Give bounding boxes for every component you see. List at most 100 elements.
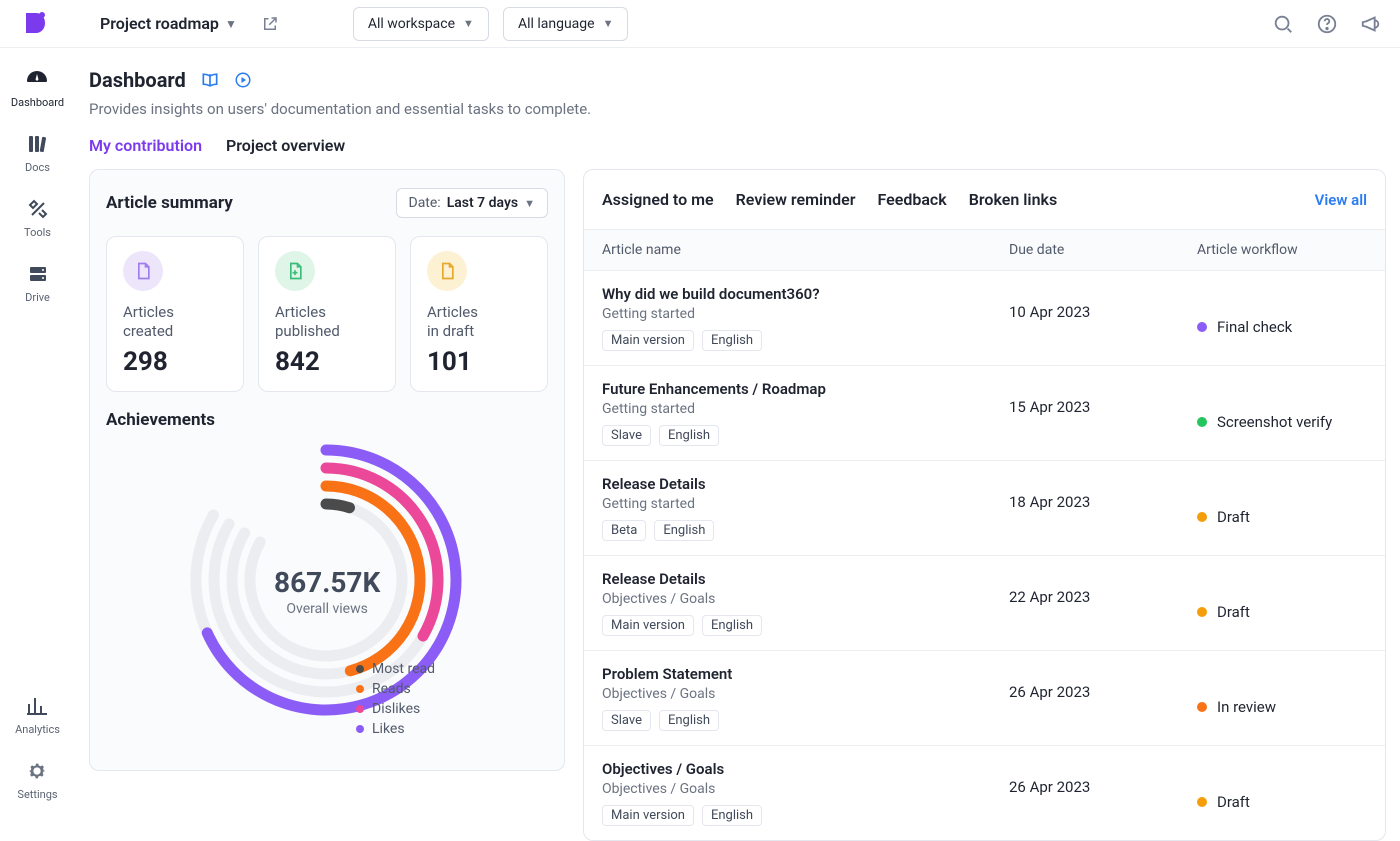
tag: Main version [602, 805, 694, 826]
tasks-tab-assigned[interactable]: Assigned to me [602, 190, 714, 209]
status-dot-icon [1197, 322, 1207, 332]
play-circle-icon[interactable] [234, 71, 252, 89]
tag: English [702, 805, 762, 826]
workflow-status: In review [1197, 665, 1367, 731]
due-date: 18 Apr 2023 [1009, 475, 1197, 541]
tab-project-overview[interactable]: Project overview [226, 136, 345, 155]
stat-label: in draft [427, 322, 474, 340]
article-category: Objectives / Goals [602, 591, 999, 607]
gear-icon [24, 758, 50, 784]
workflow-status: Draft [1197, 475, 1367, 541]
stat-articles-in-draft: Articlesin draft 101 [410, 236, 548, 392]
project-switcher[interactable]: Project roadmap ▼ [100, 14, 237, 33]
rail-label: Docs [25, 161, 50, 174]
article-category: Objectives / Goals [602, 686, 999, 702]
announce-icon[interactable] [1360, 13, 1382, 35]
stat-label: published [275, 322, 340, 340]
app-logo [18, 7, 52, 41]
status-dot-icon [1197, 417, 1207, 427]
table-row[interactable]: Release DetailsGetting startedBetaEnglis… [584, 461, 1385, 556]
due-date: 26 Apr 2023 [1009, 760, 1197, 826]
tools-icon [25, 196, 51, 222]
due-date: 15 Apr 2023 [1009, 380, 1197, 446]
table-row[interactable]: Release DetailsObjectives / GoalsMain ve… [584, 556, 1385, 651]
language-filter[interactable]: All language ▼ [503, 7, 629, 41]
col-header-workflow: Article workflow [1197, 242, 1367, 258]
overall-views-value: 867.57K [274, 566, 380, 599]
legend-label: Reads [372, 681, 411, 697]
tag: English [659, 425, 719, 446]
date-range-value: Last 7 days [447, 195, 518, 211]
workspace-filter[interactable]: All workspace ▼ [353, 7, 489, 41]
language-filter-label: All language [518, 16, 595, 32]
article-name: Objectives / Goals [602, 760, 999, 778]
stat-label: Articles [275, 303, 326, 321]
overall-views-label: Overall views [274, 601, 380, 617]
article-category: Getting started [602, 306, 999, 322]
workflow-status: Draft [1197, 760, 1367, 826]
view-all-link[interactable]: View all [1315, 191, 1367, 209]
tag: Main version [602, 330, 694, 351]
legend-dot-icon [356, 725, 364, 733]
tasks-tab-review[interactable]: Review reminder [736, 190, 856, 209]
rail-label: Dashboard [11, 96, 64, 109]
rail-item-drive[interactable]: Drive [25, 261, 51, 304]
date-range-select[interactable]: Date: Last 7 days ▼ [396, 188, 549, 218]
due-date: 22 Apr 2023 [1009, 570, 1197, 636]
stat-label: Articles [123, 303, 174, 321]
rail-label: Analytics [15, 723, 60, 736]
legend-dot-icon [356, 685, 364, 693]
due-date: 26 Apr 2023 [1009, 665, 1197, 731]
tag: English [702, 330, 762, 351]
legend-label: Likes [372, 721, 405, 737]
legend-label: Most read [372, 661, 435, 677]
rail-label: Settings [17, 788, 57, 801]
achievements-title: Achievements [106, 410, 548, 430]
article-name: Future Enhancements / Roadmap [602, 380, 999, 398]
article-summary-title: Article summary [106, 193, 233, 213]
page-subtitle: Provides insights on users' documentatio… [89, 100, 1386, 118]
rail-item-docs[interactable]: Docs [25, 131, 51, 174]
stat-value: 101 [427, 347, 531, 377]
rail-item-tools[interactable]: Tools [24, 196, 51, 239]
help-icon[interactable] [1316, 13, 1338, 35]
tag: Slave [602, 710, 651, 731]
rail-item-dashboard[interactable]: Dashboard [11, 66, 64, 109]
workflow-status: Draft [1197, 570, 1367, 636]
status-dot-icon [1197, 702, 1207, 712]
project-name: Project roadmap [100, 14, 219, 33]
tab-my-contribution[interactable]: My contribution [89, 136, 202, 155]
article-summary-card: Article summary Date: Last 7 days ▼ Arti… [89, 169, 565, 771]
tasks-tab-feedback[interactable]: Feedback [877, 190, 946, 209]
legend-dot-icon [356, 665, 364, 673]
rail-label: Tools [24, 226, 51, 239]
search-icon[interactable] [1272, 13, 1294, 35]
stat-label: created [123, 322, 173, 340]
table-row[interactable]: Future Enhancements / RoadmapGetting sta… [584, 366, 1385, 461]
table-row[interactable]: Objectives / GoalsObjectives / GoalsMain… [584, 746, 1385, 840]
chevron-down-icon: ▼ [524, 197, 535, 210]
analytics-icon [24, 693, 50, 719]
rail-item-settings[interactable]: Settings [17, 758, 57, 801]
stat-value: 298 [123, 347, 227, 377]
open-external-icon[interactable] [261, 15, 279, 33]
book-icon[interactable] [200, 70, 220, 90]
achievements-legend: Most readReadsDislikesLikes [356, 661, 435, 741]
chevron-down-icon: ▼ [463, 17, 474, 30]
page-title: Dashboard [89, 68, 186, 92]
article-name: Release Details [602, 475, 999, 493]
table-row[interactable]: Why did we build document360?Getting sta… [584, 271, 1385, 366]
file-icon [123, 251, 163, 291]
chevron-down-icon: ▼ [603, 17, 614, 30]
workflow-status: Final check [1197, 285, 1367, 351]
table-row[interactable]: Problem Statement Objectives / Goals Slave… [584, 651, 1385, 746]
article-name: Release Details [602, 570, 999, 588]
books-icon [25, 131, 51, 157]
article-category: Getting started [602, 496, 999, 512]
stat-value: 842 [275, 347, 379, 377]
tag: English [702, 615, 762, 636]
article-name: Problem Statement [602, 665, 999, 683]
rail-item-analytics[interactable]: Analytics [15, 693, 60, 736]
tasks-tab-broken[interactable]: Broken links [969, 190, 1057, 209]
tag: English [654, 520, 714, 541]
